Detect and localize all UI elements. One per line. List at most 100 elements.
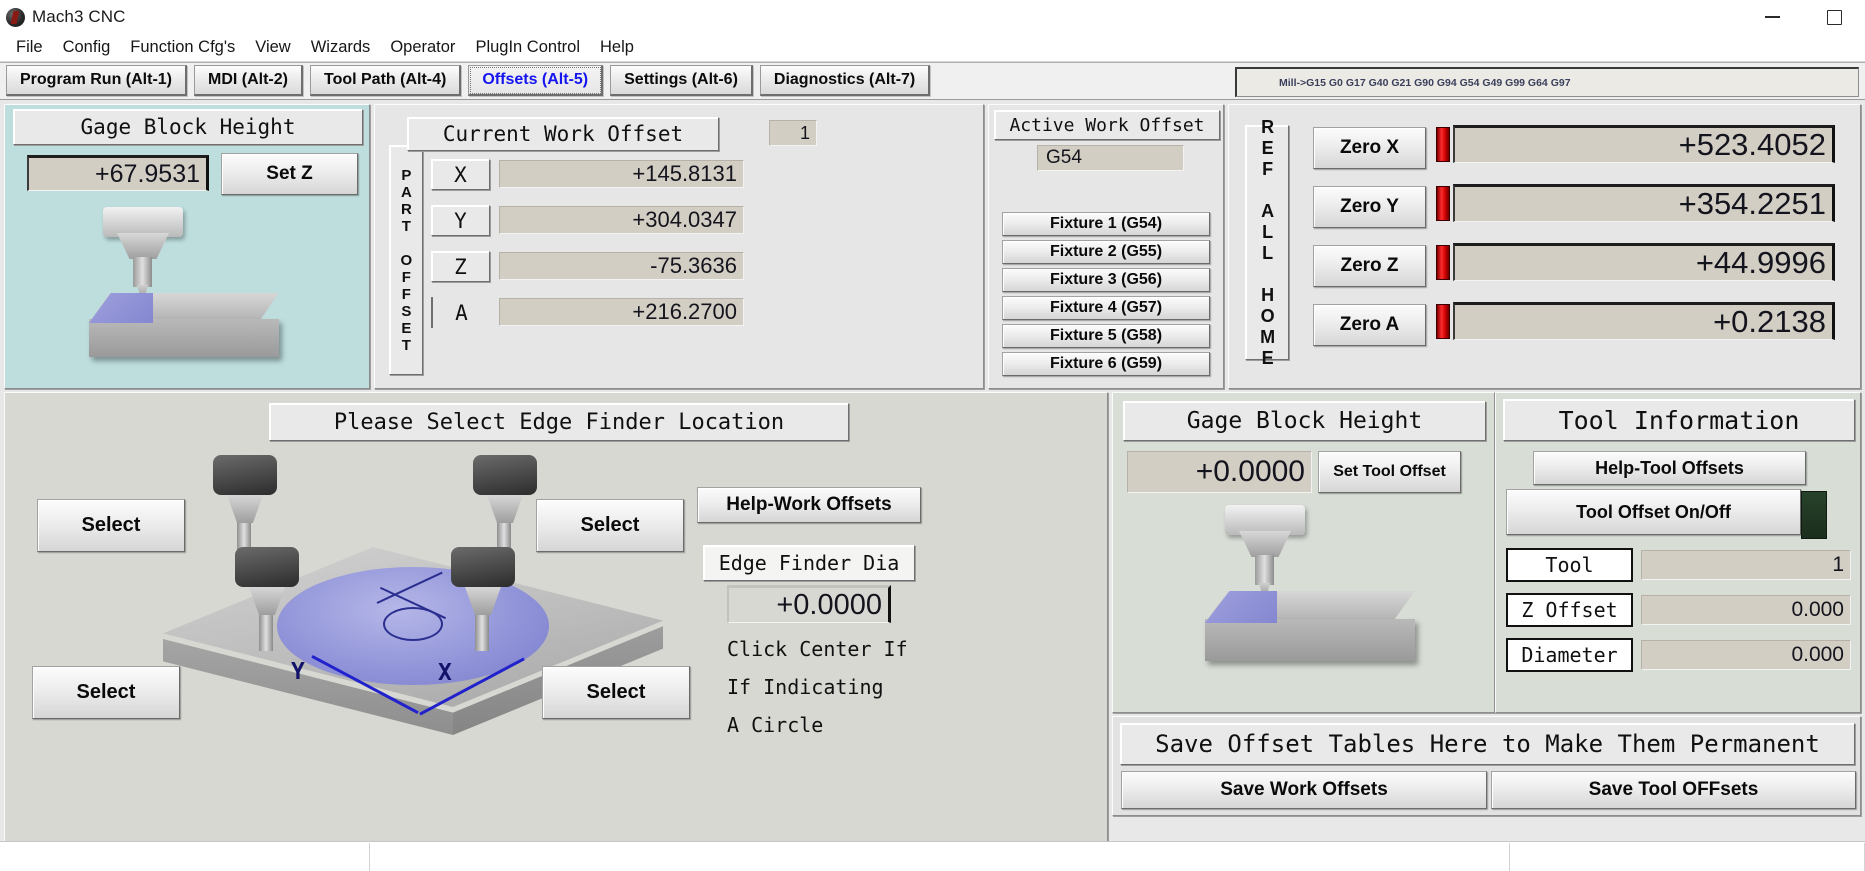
help-work-offsets-button[interactable]: Help-Work Offsets — [697, 487, 921, 523]
select-bottom-right-button[interactable]: Select — [542, 666, 690, 719]
save-work-offsets-button[interactable]: Save Work Offsets — [1121, 771, 1487, 809]
work-offset-value-a[interactable]: +216.2700 — [499, 298, 744, 326]
machine-dro-x[interactable]: +523.4052 — [1453, 125, 1835, 163]
menu-item-view[interactable]: View — [245, 36, 300, 59]
tool-row-label-diameter: Diameter — [1506, 638, 1633, 672]
tool-row-value-tool[interactable]: 1 — [1641, 550, 1851, 580]
edge-finder-dia-value[interactable]: +0.0000 — [727, 585, 891, 623]
edge-finder-dia-title: Edge Finder Dia — [703, 545, 915, 581]
offsets-workspace: Gage Block Height +67.9531 Set Z PART OF… — [0, 99, 1865, 871]
tab-offsets[interactable]: Offsets (Alt-5) — [468, 65, 604, 96]
help-tool-offsets-button[interactable]: Help-Tool Offsets — [1533, 451, 1806, 485]
current-work-offset-panel: PART OFFSET Current Work Offset 1 X +145… — [374, 104, 984, 389]
tab-diagnostics[interactable]: Diagnostics (Alt-7) — [759, 65, 931, 96]
tab-program-run[interactable]: Program Run (Alt-1) — [6, 65, 187, 96]
machine-dro-y[interactable]: +354.2251 — [1453, 184, 1835, 222]
work-offset-axis-label-y: Y — [431, 205, 490, 236]
gage-block-left-title: Gage Block Height — [13, 109, 363, 145]
save-offsets-banner: Save Offset Tables Here to Make Them Per… — [1120, 723, 1855, 765]
work-offset-axis-label-z: Z — [431, 251, 490, 282]
gage-block-left-graphic — [5, 201, 371, 389]
tool-information-panel: Tool Information Help-Tool Offsets Tool … — [1495, 392, 1861, 713]
select-bottom-left-button[interactable]: Select — [32, 666, 180, 719]
gage-block-right-graphic — [1113, 499, 1496, 709]
save-tool-offsets-button[interactable]: Save Tool OFFsets — [1491, 771, 1856, 809]
tool-row-value-diameter[interactable]: 0.000 — [1641, 640, 1851, 670]
taskbar-slot-2[interactable] — [370, 842, 1510, 871]
menu-item-function-cfgs[interactable]: Function Cfg's — [120, 36, 245, 59]
zero-x-button[interactable]: Zero X — [1313, 127, 1426, 169]
gage-block-right-value[interactable]: +0.0000 — [1127, 451, 1312, 493]
work-offset-row-y: Y — [431, 205, 490, 236]
menu-bar: File Config Function Cfg's View Wizards … — [0, 34, 1865, 62]
fixture-4-button[interactable]: Fixture 4 (G57) — [1002, 296, 1210, 320]
window-controls — [1741, 0, 1865, 34]
gage-block-right-panel: Gage Block Height +0.0000 Set Tool Offse… — [1112, 392, 1495, 713]
part-offset-side-label-text: PART OFFSET — [397, 166, 415, 354]
gage-block-left-value[interactable]: +67.9531 — [27, 155, 209, 191]
set-tool-offset-button[interactable]: Set Tool Offset — [1318, 451, 1461, 493]
active-work-offset-panel: Active Work Offset G54 Fixture 1 (G54) F… — [988, 104, 1224, 389]
work-offset-value-y[interactable]: +304.0347 — [499, 206, 744, 234]
edge-finder-panel: Please Select Edge Finder Location Y X S… — [4, 392, 1108, 860]
menu-item-wizards[interactable]: Wizards — [301, 36, 381, 59]
work-offset-value-z[interactable]: -75.3636 — [499, 252, 744, 280]
current-work-offset-title: Current Work Offset — [407, 117, 719, 151]
work-offset-axis-label-x: X — [431, 159, 490, 190]
part-offset-side-label: PART OFFSET — [389, 145, 423, 375]
taskbar-slot-3[interactable] — [1510, 842, 1865, 871]
taskbar-slot-1[interactable] — [0, 842, 370, 871]
work-offset-index[interactable]: 1 — [769, 120, 817, 146]
edge-finder-hint-line-3: A Circle — [727, 713, 824, 737]
probe-top-left — [213, 455, 277, 551]
menu-item-plugin-control[interactable]: PlugIn Control — [465, 36, 590, 59]
minimize-icon[interactable] — [1741, 0, 1803, 34]
menu-item-operator[interactable]: Operator — [380, 36, 465, 59]
zero-z-button[interactable]: Zero Z — [1313, 245, 1426, 287]
work-offset-row-x: X — [431, 159, 490, 190]
machine-dro-a[interactable]: +0.2138 — [1453, 302, 1835, 340]
zero-a-button[interactable]: Zero A — [1313, 304, 1426, 346]
tab-tool-path[interactable]: Tool Path (Alt-4) — [309, 65, 462, 96]
select-top-right-button[interactable]: Select — [536, 499, 684, 552]
menu-item-config[interactable]: Config — [53, 36, 121, 59]
ref-all-home-side-label: REF ALL HOME — [1245, 117, 1289, 369]
y-axis-led — [1436, 186, 1450, 221]
edge-finder-hint-line-1: Click Center If — [727, 637, 908, 661]
select-top-left-button[interactable]: Select — [37, 499, 185, 552]
x-axis-led — [1436, 127, 1450, 162]
probe-top-right — [473, 455, 537, 551]
tab-mdi[interactable]: MDI (Alt-2) — [194, 65, 303, 96]
tool-offset-toggle-button[interactable]: Tool Offset On/Off — [1506, 489, 1801, 535]
set-z-button[interactable]: Set Z — [221, 153, 358, 195]
work-offset-value-x[interactable]: +145.8131 — [499, 160, 744, 188]
ref-all-home-side-label-text: REF ALL HOME — [1257, 116, 1278, 369]
machine-dro-z[interactable]: +44.9996 — [1453, 243, 1835, 281]
fixture-3-button[interactable]: Fixture 3 (G56) — [1002, 268, 1210, 292]
menu-item-help[interactable]: Help — [590, 36, 644, 59]
title-bar: Mach3 CNC — [0, 0, 1865, 34]
gcode-status-bar: Mill->G15 G0 G17 G40 G21 G90 G94 G54 G49… — [1235, 67, 1859, 97]
fixture-1-button[interactable]: Fixture 1 (G54) — [1002, 212, 1210, 236]
gage-block-left-panel: Gage Block Height +67.9531 Set Z — [4, 104, 370, 389]
z-axis-led — [1436, 245, 1450, 280]
fixture-2-button[interactable]: Fixture 2 (G55) — [1002, 240, 1210, 264]
edge-finder-axis-x-label: X — [438, 660, 452, 686]
zero-y-button[interactable]: Zero Y — [1313, 186, 1426, 228]
tool-row-value-z-offset[interactable]: 0.000 — [1641, 595, 1851, 625]
maximize-icon[interactable] — [1803, 0, 1865, 34]
work-offset-row-z: Z — [431, 251, 490, 282]
tab-settings[interactable]: Settings (Alt-6) — [610, 65, 753, 96]
fixture-5-button[interactable]: Fixture 5 (G58) — [1002, 324, 1210, 348]
window-title: Mach3 CNC — [32, 7, 126, 26]
active-work-offset-title: Active Work Offset — [994, 110, 1220, 140]
menu-item-file[interactable]: File — [6, 36, 53, 59]
edge-finder-title: Please Select Edge Finder Location — [269, 403, 849, 441]
gage-block-right-title: Gage Block Height — [1123, 401, 1486, 441]
probe-bottom-right — [451, 547, 515, 651]
edge-finder-hint-line-2: If Indicating — [727, 675, 884, 699]
fixture-6-button[interactable]: Fixture 6 (G59) — [1002, 352, 1210, 376]
save-offsets-panel: Save Offset Tables Here to Make Them Per… — [1112, 716, 1861, 816]
gcode-status-text: Mill->G15 G0 G17 G40 G21 G90 G94 G54 G49… — [1279, 76, 1571, 89]
app-logo-icon — [6, 7, 25, 27]
